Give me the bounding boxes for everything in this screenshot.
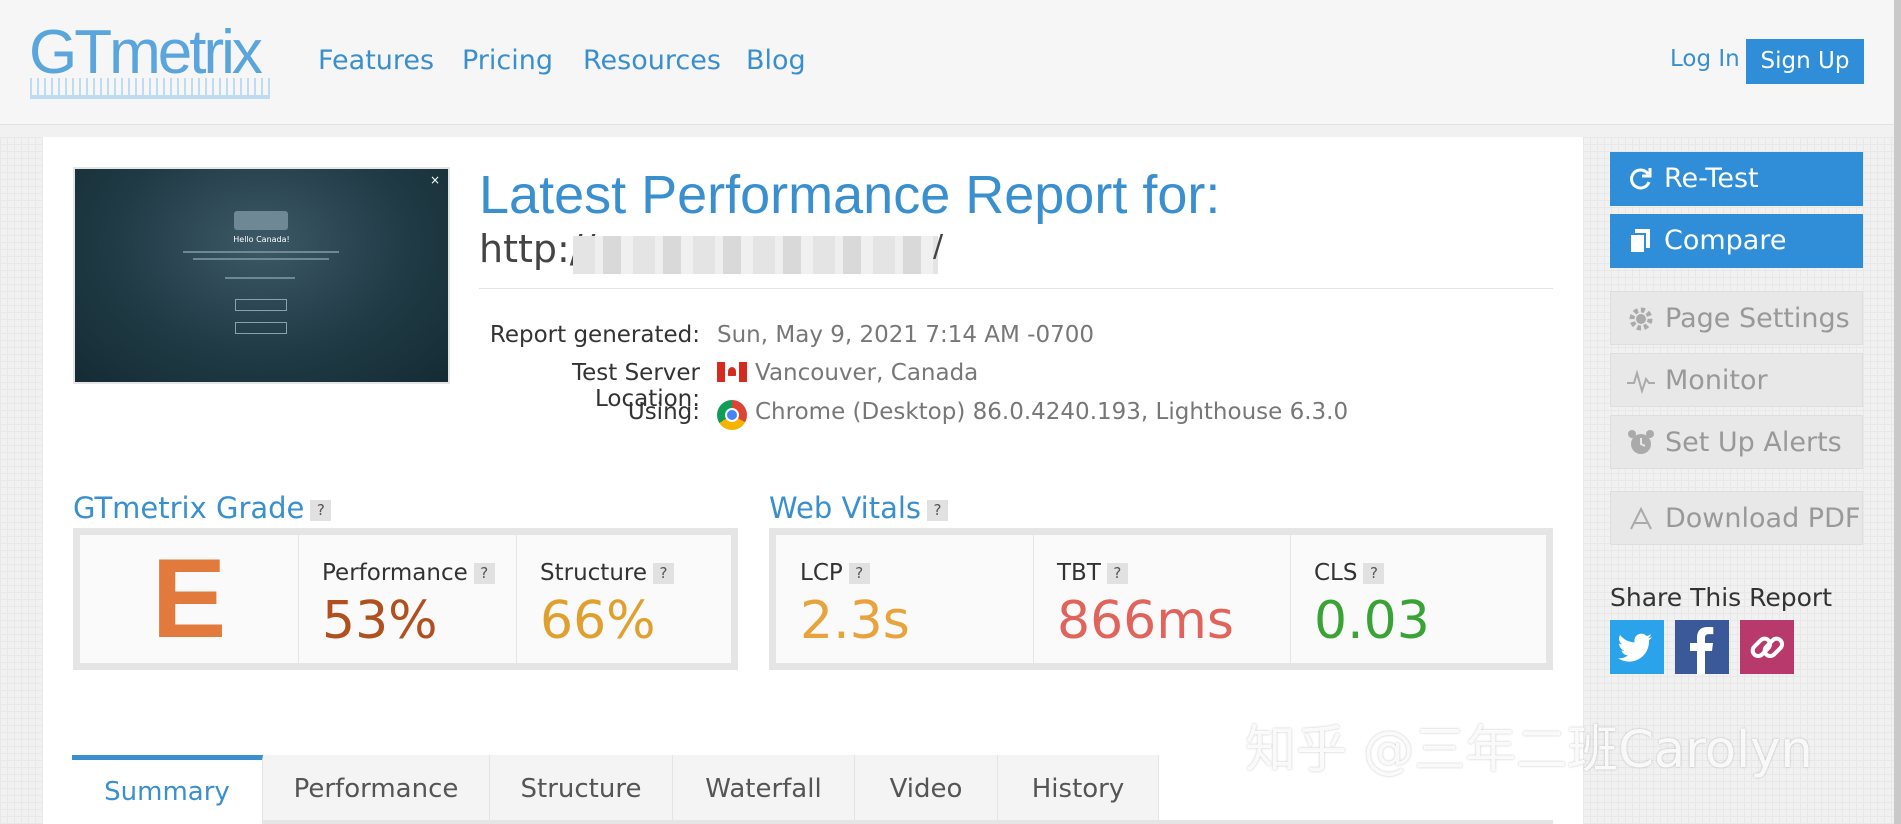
vitals-title-text: Web Vitals (769, 491, 922, 525)
refresh-icon (1630, 168, 1652, 190)
structure-value: 66% (540, 591, 656, 651)
nav-resources[interactable]: Resources (583, 45, 721, 76)
grade-help-icon[interactable]: ? (310, 499, 332, 521)
logo-text: GTmetrix (29, 18, 263, 87)
zhihu-watermark: 知乎 @三年二班Carolyn (1245, 721, 1813, 780)
thumbnail-close-icon: × (429, 173, 440, 187)
heading-divider (479, 288, 1553, 289)
twitter-icon (1618, 633, 1652, 662)
lcp-label: LCP? (800, 560, 870, 586)
structure-help-icon[interactable]: ? (653, 563, 674, 584)
tbt-value: 866ms (1057, 591, 1234, 651)
nav-features[interactable]: Features (318, 45, 434, 76)
pdf-icon (1630, 506, 1652, 530)
thumbnail-logo-box (234, 211, 288, 230)
download-pdf-button[interactable]: Download PDF (1610, 491, 1863, 545)
retest-label: Re-Test (1664, 163, 1759, 194)
gtmetrix-logo[interactable]: GTmetrix (29, 22, 263, 84)
retest-button[interactable]: Re-Test (1610, 152, 1863, 206)
alarm-clock-icon (1628, 430, 1654, 454)
report-url-suffix: / (933, 229, 944, 264)
share-title: Share This Report (1610, 583, 1832, 612)
signup-button[interactable]: Sign Up (1746, 39, 1864, 84)
structure-cell: Structure? 66% (516, 535, 731, 663)
tbt-label: TBT? (1057, 560, 1128, 586)
login-link[interactable]: Log In (1670, 46, 1740, 72)
chrome-icon (717, 400, 747, 430)
tab-summary[interactable]: Summary (72, 755, 263, 824)
lcp-help-icon[interactable]: ? (848, 563, 870, 584)
nav-blog[interactable]: Blog (746, 45, 806, 76)
tbt-cell: TBT? 866ms (1033, 535, 1291, 663)
tab-structure[interactable]: Structure (490, 755, 673, 824)
page-settings-label: Page Settings (1665, 303, 1850, 334)
lcp-value: 2.3s (800, 591, 910, 651)
performance-cell: Performance? 53% (298, 535, 517, 663)
tab-video[interactable]: Video (855, 755, 998, 824)
web-vitals-title: Web Vitals? (769, 491, 949, 525)
performance-help-icon[interactable]: ? (473, 563, 495, 584)
using-value: Chrome (Desktop) 86.0.4240.193, Lighthou… (755, 399, 1349, 425)
page-settings-button[interactable]: Page Settings (1610, 291, 1863, 345)
compare-icon (1629, 229, 1650, 254)
using-label: Using: (627, 399, 700, 425)
canada-flag-icon (717, 362, 747, 382)
vitals-help-icon[interactable]: ? (927, 499, 949, 521)
background-pattern-left (0, 137, 43, 824)
thumbnail-button (235, 322, 287, 334)
performance-label: Performance? (322, 560, 495, 586)
cls-label: CLS? (1314, 560, 1385, 586)
tbt-help-icon[interactable]: ? (1106, 563, 1128, 584)
page-screenshot-thumbnail[interactable]: × Hello Canada! (73, 167, 450, 384)
redacted-url-blur (573, 236, 938, 274)
tab-performance[interactable]: Performance (263, 755, 490, 824)
tab-history[interactable]: History (998, 755, 1159, 824)
web-vitals-panel: LCP? 2.3s TBT? 866ms CLS? 0.03 (769, 528, 1553, 670)
facebook-icon (1690, 627, 1714, 674)
cls-value: 0.03 (1314, 591, 1430, 651)
gear-icon (1629, 307, 1653, 331)
pulse-icon (1627, 369, 1655, 395)
monitor-label: Monitor (1665, 365, 1768, 396)
thumbnail-button (235, 299, 287, 311)
tab-waterfall[interactable]: Waterfall (673, 755, 855, 824)
grade-letter-cell: E (80, 535, 299, 663)
copy-link-share-button[interactable] (1740, 620, 1794, 674)
thumbnail-text-line (183, 251, 339, 253)
logo-ruler-decoration (30, 78, 270, 99)
alerts-label: Set Up Alerts (1665, 427, 1842, 458)
top-bar: GTmetrix Features Pricing Resources Blog… (0, 0, 1901, 125)
thumbnail-text-line (193, 258, 329, 260)
grade-panel: E Performance? 53% Structure? 66% (73, 528, 738, 670)
facebook-share-button[interactable] (1675, 620, 1729, 674)
set-up-alerts-button[interactable]: Set Up Alerts (1610, 415, 1863, 469)
link-icon (1750, 636, 1785, 659)
tabs-baseline (263, 820, 1553, 824)
cls-cell: CLS? 0.03 (1290, 535, 1546, 663)
compare-label: Compare (1664, 225, 1787, 256)
structure-label: Structure? (540, 560, 674, 586)
lcp-cell: LCP? 2.3s (776, 535, 1034, 663)
server-location-value: Vancouver, Canada (755, 360, 979, 386)
grade-letter: E (151, 536, 227, 661)
download-pdf-label: Download PDF (1665, 503, 1861, 534)
report-heading: Latest Performance Report for: (479, 165, 1221, 225)
thumbnail-heading: Hello Canada! (233, 235, 290, 244)
scrollbar[interactable] (1894, 0, 1901, 824)
report-generated-value: Sun, May 9, 2021 7:14 AM -0700 (717, 322, 1095, 348)
report-generated-label: Report generated: (489, 322, 700, 348)
cls-help-icon[interactable]: ? (1363, 563, 1385, 584)
grade-title-text: GTmetrix Grade (73, 491, 305, 525)
compare-button[interactable]: Compare (1610, 214, 1863, 268)
nav-pricing[interactable]: Pricing (462, 45, 553, 76)
performance-value: 53% (322, 591, 438, 651)
monitor-button[interactable]: Monitor (1610, 353, 1863, 407)
twitter-share-button[interactable] (1610, 620, 1664, 674)
gtmetrix-grade-title: GTmetrix Grade? (73, 491, 332, 525)
thumbnail-text-line (225, 277, 295, 279)
